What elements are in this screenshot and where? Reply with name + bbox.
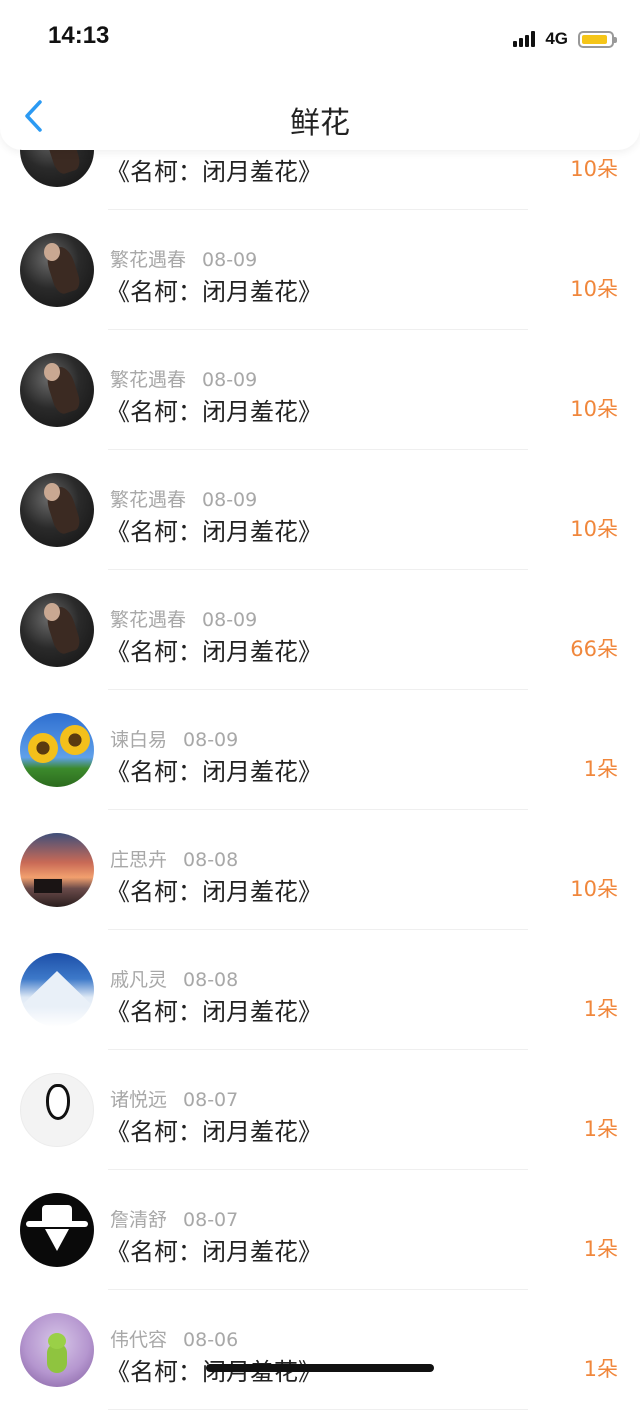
record-meta: 繁花遇春 08-09 [110, 365, 257, 392]
avatar[interactable] [20, 593, 94, 667]
sender-name: 戚凡灵 [110, 969, 168, 991]
record-meta: 詹清舒 08-07 [110, 1205, 238, 1232]
record-meta: 繁花遇春 08-09 [110, 485, 257, 512]
record-meta: 繁花遇春 08-09 [110, 245, 257, 272]
flower-amount: 10朵 [570, 877, 618, 901]
record-date: 08-08 [183, 849, 239, 871]
list-item[interactable]: 谏白易 08-09 《名柯：闭月羞花》 1朵 [0, 690, 640, 810]
sender-name: 繁花遇春 [110, 489, 187, 511]
avatar[interactable] [20, 953, 94, 1027]
page-title: 鲜花 [290, 106, 350, 141]
sender-name: 詹清舒 [110, 1209, 168, 1231]
record-date: 08-07 [183, 1089, 239, 1111]
work-title: 《名柯：闭月羞花》 [106, 398, 322, 426]
status-icons: 4G [513, 28, 617, 50]
list-item[interactable]: 伟代容 08-06 《名柯：闭月羞花》 1朵 [0, 1290, 640, 1410]
top-header: 14:13 4G 鲜花 [0, 0, 640, 150]
list-item[interactable]: 繁花遇春 08-09 《名柯：闭月羞花》 10朵 [0, 450, 640, 570]
record-date: 08-09 [202, 369, 258, 391]
list-item[interactable]: 戚凡灵 08-08 《名柯：闭月羞花》 1朵 [0, 930, 640, 1050]
record-date: 08-09 [183, 729, 239, 751]
record-date: 08-07 [183, 1209, 239, 1231]
work-title: 《名柯：闭月羞花》 [106, 878, 322, 906]
sender-name: 伟代容 [110, 1329, 168, 1351]
work-title: 《名柯：闭月羞花》 [106, 638, 322, 666]
work-title: 《名柯：闭月羞花》 [106, 1118, 322, 1146]
work-title: 《名柯：闭月羞花》 [106, 1238, 322, 1266]
record-date: 08-06 [183, 1329, 239, 1351]
work-title: 《名柯：闭月羞花》 [106, 278, 322, 306]
flower-amount: 1朵 [583, 757, 618, 781]
sender-name: 繁花遇春 [110, 249, 187, 271]
list-item[interactable]: 詹清舒 08-07 《名柯：闭月羞花》 1朵 [0, 1170, 640, 1290]
avatar[interactable] [20, 233, 94, 307]
record-meta: 庄思卉 08-08 [110, 845, 238, 872]
flower-amount: 1朵 [583, 1117, 618, 1141]
work-title: 《名柯：闭月羞花》 [106, 518, 322, 546]
record-meta: 繁花遇春 08-09 [110, 605, 257, 632]
record-date: 08-09 [202, 489, 258, 511]
sender-name: 诸悦远 [110, 1089, 168, 1111]
list-item[interactable]: 繁花遇春 08-09 《名柯：闭月羞花》 66朵 [0, 570, 640, 690]
flower-amount: 10朵 [570, 517, 618, 541]
avatar[interactable] [20, 1313, 94, 1387]
work-title: 《名柯：闭月羞花》 [106, 998, 322, 1026]
record-meta: 伟代容 08-06 [110, 1325, 238, 1352]
flower-amount: 66朵 [570, 637, 618, 661]
status-time: 14:13 [48, 22, 110, 49]
avatar[interactable] [20, 1193, 94, 1267]
avatar[interactable] [20, 353, 94, 427]
battery-fill [582, 34, 607, 44]
list-item[interactable]: 诸悦远 08-07 《名柯：闭月羞花》 1朵 [0, 1050, 640, 1170]
sender-name: 谏白易 [110, 729, 168, 751]
flower-record-list: 繁花遇春08-09《名柯：闭月羞花》10朵繁花遇春08-09《名柯：闭月羞花》1… [0, 90, 640, 1410]
flower-amount: 1朵 [583, 997, 618, 1021]
record-date: 08-09 [202, 609, 258, 631]
flower-amount: 10朵 [570, 277, 618, 301]
record-date: 08-09 [202, 249, 258, 271]
sender-name: 繁花遇春 [110, 369, 187, 391]
home-indicator[interactable] [206, 1364, 434, 1372]
record-meta: 戚凡灵 08-08 [110, 965, 238, 992]
record-meta: 谏白易 08-09 [110, 725, 238, 752]
list-item[interactable]: 庄思卉 08-08 《名柯：闭月羞花》 10朵 [0, 810, 640, 930]
avatar[interactable] [20, 713, 94, 787]
flower-amount: 10朵 [570, 157, 618, 181]
record-meta: 诸悦远 08-07 [110, 1085, 238, 1112]
sender-name: 庄思卉 [110, 849, 168, 871]
flower-amount: 1朵 [583, 1357, 618, 1381]
record-date: 08-08 [183, 969, 239, 991]
battery-icon [578, 30, 617, 48]
list-item[interactable]: 繁花遇春 08-09 《名柯：闭月羞花》 10朵 [0, 330, 640, 450]
avatar[interactable] [20, 833, 94, 907]
work-title: 《名柯：闭月羞花》 [106, 158, 322, 186]
sender-name: 繁花遇春 [110, 609, 187, 631]
list-item[interactable]: 繁花遇春 08-09 《名柯：闭月羞花》 10朵 [0, 210, 640, 330]
avatar[interactable] [20, 1073, 94, 1147]
network-type: 4G [545, 29, 568, 48]
flower-amount: 10朵 [570, 397, 618, 421]
flower-amount: 1朵 [583, 1237, 618, 1261]
work-title: 《名柯：闭月羞花》 [106, 758, 322, 786]
avatar[interactable] [20, 473, 94, 547]
signal-icon [513, 31, 536, 47]
